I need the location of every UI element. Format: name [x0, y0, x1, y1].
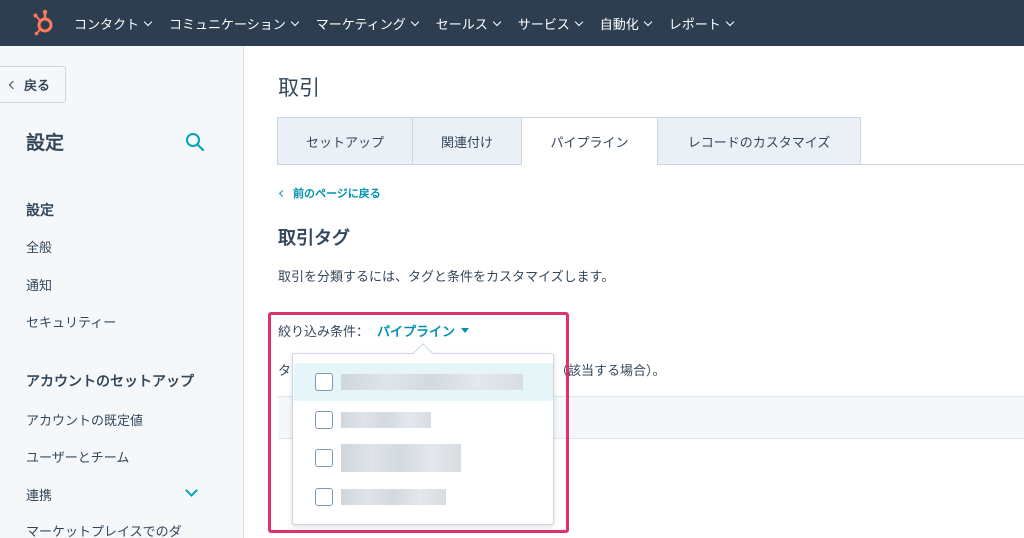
tab-divider [860, 164, 1024, 165]
hubspot-logo-icon[interactable] [30, 8, 60, 38]
chevron-down-icon [725, 17, 735, 26]
sidebar-item-notifications[interactable]: 通知 [26, 275, 52, 294]
sidebar-section-heading: アカウントのセットアップ [26, 374, 194, 390]
nav-contacts[interactable]: コンタクト [74, 14, 153, 33]
sidebar-item-users-teams[interactable]: ユーザーとチーム [26, 447, 129, 466]
sidebar-title: 設定 [26, 132, 65, 154]
nav-automation[interactable]: 自動化 [600, 14, 653, 33]
chevron-down-icon [492, 17, 501, 26]
sidebar-item-marketplace[interactable]: マーケットプレイスでのダ [26, 521, 182, 538]
chevron-down-icon [643, 17, 653, 26]
sidebar-item-account-defaults[interactable]: アカウントの既定値 [26, 410, 143, 429]
tab-record-customization[interactable]: レコードのカスタマイズ [657, 117, 861, 165]
nav-conversations[interactable]: コミュニケーション [169, 14, 300, 33]
back-to-previous-link[interactable]: 前のページに戻る [278, 185, 381, 201]
settings-sidebar: 戻る 設定 設定 全般 通知 セキュリティー アカウントのセットアップ アカウン… [0, 46, 244, 538]
nav-marketing[interactable]: マーケティング [316, 14, 419, 33]
chevron-left-icon [8, 80, 18, 89]
tab-associations[interactable]: 関連付け [412, 117, 522, 165]
sidebar-section-heading: 設定 [26, 203, 54, 219]
chevron-down-icon [143, 17, 153, 26]
tag-description-text-end: （該当する場合）。 [555, 364, 666, 379]
nav-sales[interactable]: セールス [436, 14, 501, 33]
chevron-down-icon [574, 17, 584, 26]
section-description: 取引を分類するには、タグと条件をカスタマイズします。 [278, 270, 615, 285]
search-icon[interactable] [185, 132, 205, 152]
page-title: 取引 [278, 76, 320, 100]
nav-service[interactable]: サービス [518, 14, 584, 33]
tab-setup[interactable]: セットアップ [277, 117, 413, 165]
section-title: 取引タグ [278, 228, 350, 249]
nav-reports[interactable]: レポート [669, 14, 735, 33]
sidebar-item-integrations[interactable]: 連携 [26, 485, 52, 504]
annotation-highlight-box [268, 312, 569, 533]
tab-pipelines[interactable]: パイプライン [521, 117, 658, 165]
chevron-down-icon [290, 17, 300, 26]
chevron-left-icon [278, 189, 287, 197]
chevron-down-icon [410, 17, 419, 26]
chevron-down-icon[interactable] [185, 484, 198, 497]
top-nav: コンタクト コミュニケーション マーケティング セールス サービス 自動化 レポ… [0, 0, 1024, 46]
back-button[interactable]: 戻る [0, 66, 66, 103]
sidebar-item-general[interactable]: 全般 [26, 237, 52, 256]
sidebar-item-security[interactable]: セキュリティー [26, 312, 116, 331]
settings-tabs: セットアップ 関連付け パイプライン レコードのカスタマイズ [277, 117, 861, 165]
